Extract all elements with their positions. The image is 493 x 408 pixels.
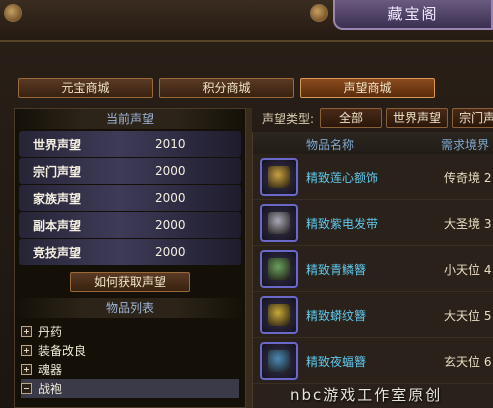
item-name[interactable]: 精致青鳞簪 <box>306 261 366 278</box>
category-label: 装备改良 <box>38 344 87 358</box>
reputation-value: 2000 <box>155 164 186 178</box>
watermark: nbc游戏工作室原创 <box>290 386 443 404</box>
reputation-row: 副本声望 2000 <box>19 212 241 238</box>
reputation-name: 宗门声望 <box>33 164 82 179</box>
item-name[interactable]: 精致莲心额饰 <box>306 169 378 186</box>
hairpin-icon <box>268 304 290 326</box>
tab-points-shop[interactable]: 积分商城 <box>159 78 294 98</box>
reputation-list: 世界声望 2010 宗门声望 2000 家族声望 2000 副本声望 2000 … <box>15 129 245 268</box>
reputation-name: 副本声望 <box>33 218 82 233</box>
ornament-icon <box>310 4 328 22</box>
reputation-row: 宗门声望 2000 <box>19 158 241 184</box>
expand-icon[interactable] <box>21 326 32 337</box>
reputation-row: 竞技声望 2000 <box>19 239 241 265</box>
item-list-header: 物品列表 <box>15 298 245 318</box>
column-item-name: 物品名称 <box>306 138 355 152</box>
shop-tab-bar: 元宝商城 积分商城 声望商城 <box>18 78 435 98</box>
category-list: 丹药 装备改良 魂器 战袍 <box>15 318 245 402</box>
category-item[interactable]: 装备改良 <box>21 341 239 360</box>
table-header: 物品名称 需求境界 <box>253 132 493 154</box>
reputation-value: 2000 <box>155 218 186 232</box>
item-slot[interactable] <box>260 250 298 288</box>
left-panel: 当前声望 世界声望 2010 宗门声望 2000 家族声望 2000 副本声望 … <box>14 108 246 408</box>
how-to-get-reputation-button[interactable]: 如何获取声望 <box>70 272 190 292</box>
table-row[interactable]: 精致夜蝠簪 玄天位 6 <box>253 338 493 384</box>
category-item[interactable]: 丹药 <box>21 322 239 341</box>
filter-sect-button[interactable]: 宗门声 <box>452 108 493 128</box>
table-row[interactable]: 精致莲心额饰 传奇境 2 <box>253 154 493 200</box>
category-label: 丹药 <box>38 325 63 339</box>
item-slot[interactable] <box>260 342 298 380</box>
game-window: 藏宝阁 元宝商城 积分商城 声望商城 当前声望 世界声望 2010 宗门声望 2… <box>0 0 493 408</box>
hairpin-icon <box>268 258 290 280</box>
reputation-name: 世界声望 <box>33 137 82 152</box>
reputation-row: 家族声望 2000 <box>19 185 241 211</box>
table-row[interactable]: 精致蟒纹簪 大天位 5 <box>253 292 493 338</box>
window-title: 藏宝阁 <box>333 0 493 30</box>
reputation-value: 2010 <box>155 137 186 151</box>
tab-yuanbao-shop[interactable]: 元宝商城 <box>18 78 153 98</box>
headband-icon <box>268 166 290 188</box>
column-requirement: 需求境界 <box>441 138 490 152</box>
current-reputation-header: 当前声望 <box>15 109 245 129</box>
table-row[interactable]: 精致紫电发带 大圣境 3 <box>253 200 493 246</box>
item-table: 物品名称 需求境界 精致莲心额饰 传奇境 2 精致紫电发带 大圣境 3 精致青鳞簪 小天位… <box>252 132 493 408</box>
hairpin-icon <box>268 350 290 372</box>
collapse-icon[interactable] <box>21 383 32 394</box>
filter-label: 声望类型: <box>262 111 315 126</box>
item-requirement: 小天位 4 <box>444 263 492 277</box>
reputation-value: 2000 <box>155 191 186 205</box>
item-requirement: 大天位 5 <box>444 309 492 323</box>
item-slot[interactable] <box>260 158 298 196</box>
table-row[interactable]: 精致青鳞簪 小天位 4 <box>253 246 493 292</box>
ornament-icon <box>4 4 22 22</box>
category-label: 战袍 <box>38 382 63 396</box>
item-requirement: 玄天位 6 <box>444 355 492 369</box>
item-name[interactable]: 精致蟒纹簪 <box>306 307 366 324</box>
item-slot[interactable] <box>260 204 298 242</box>
tab-reputation-shop[interactable]: 声望商城 <box>300 78 435 98</box>
filter-world-button[interactable]: 世界声望 <box>386 108 449 128</box>
reputation-value: 2000 <box>155 245 186 259</box>
item-name[interactable]: 精致夜蝠簪 <box>306 353 366 370</box>
filter-all-button[interactable]: 全部 <box>320 108 383 128</box>
item-requirement: 大圣境 3 <box>444 217 492 231</box>
reputation-row: 世界声望 2010 <box>19 131 241 157</box>
expand-icon[interactable] <box>21 364 32 375</box>
category-item[interactable]: 战袍 <box>21 379 239 398</box>
item-slot[interactable] <box>260 296 298 334</box>
expand-icon[interactable] <box>21 345 32 356</box>
category-item[interactable]: 魂器 <box>21 360 239 379</box>
item-name[interactable]: 精致紫电发带 <box>306 215 378 232</box>
category-label: 魂器 <box>38 363 63 377</box>
reputation-name: 家族声望 <box>33 191 82 206</box>
top-bar: 藏宝阁 <box>0 0 493 42</box>
hairband-icon <box>268 212 290 234</box>
item-requirement: 传奇境 2 <box>444 171 492 185</box>
reputation-name: 竞技声望 <box>33 245 82 260</box>
reputation-filter: 声望类型: 全部 世界声望 宗门声 <box>262 108 493 128</box>
